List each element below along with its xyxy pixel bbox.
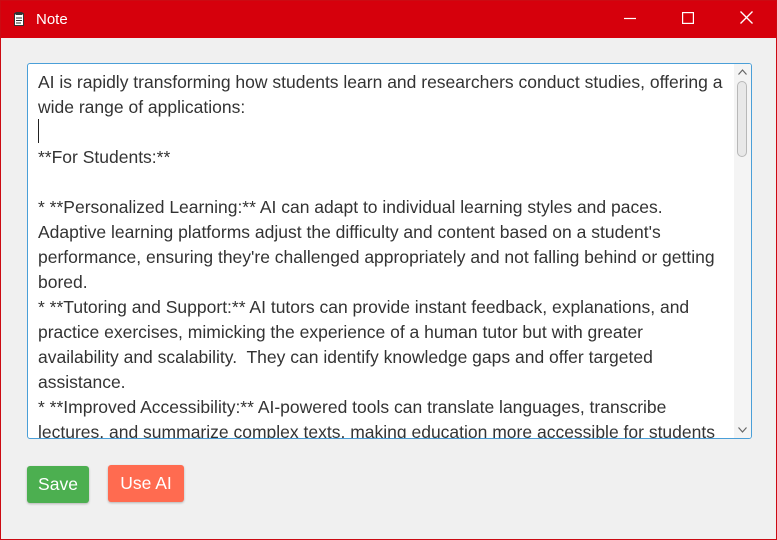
maximize-icon xyxy=(682,11,695,29)
close-icon xyxy=(739,10,753,29)
note-window: Note AI is rapidly transforming how stud… xyxy=(0,0,777,540)
save-button[interactable]: Save xyxy=(27,466,89,503)
save-button-label: Save xyxy=(38,474,78,494)
use-ai-button-label: Use AI xyxy=(120,473,172,493)
use-ai-button[interactable]: Use AI xyxy=(108,465,184,502)
title-bar[interactable]: Note xyxy=(1,1,776,38)
note-content[interactable]: AI is rapidly transforming how students … xyxy=(38,70,728,438)
close-button[interactable] xyxy=(717,1,775,38)
vertical-scrollbar[interactable] xyxy=(734,64,751,438)
note-text-area[interactable]: AI is rapidly transforming how students … xyxy=(27,63,752,439)
minimize-button[interactable] xyxy=(601,1,659,38)
maximize-button[interactable] xyxy=(659,1,717,38)
window-title: Note xyxy=(36,11,68,28)
scroll-up-arrow-icon[interactable] xyxy=(734,65,751,79)
scrollbar-thumb[interactable] xyxy=(737,81,747,157)
text-caret xyxy=(38,119,39,143)
notepad-icon xyxy=(14,12,24,26)
scroll-down-arrow-icon[interactable] xyxy=(734,423,751,437)
minimize-icon xyxy=(624,11,636,29)
